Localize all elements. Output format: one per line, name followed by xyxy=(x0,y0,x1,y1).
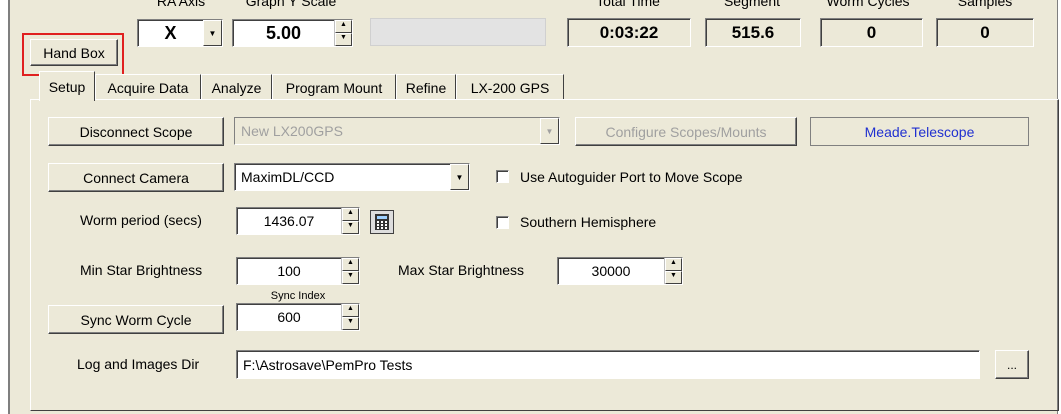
spin-arrows-icon[interactable]: ▲ ▼ xyxy=(334,20,352,46)
chevron-down-icon[interactable]: ▼ xyxy=(450,164,469,190)
worm-cycles-label: Worm Cycles xyxy=(826,0,910,9)
sync-index-stepper[interactable]: 600 ▲ ▼ xyxy=(236,303,360,331)
spin-arrows-icon[interactable]: ▲ ▼ xyxy=(341,304,359,330)
connect-camera-button[interactable]: Connect Camera xyxy=(48,163,224,192)
max-star-stepper[interactable]: 30000 ▲ ▼ xyxy=(557,257,683,285)
samples-label: Samples xyxy=(957,0,1013,9)
tab-setup[interactable]: Setup xyxy=(39,71,95,101)
worm-cycles-readout: 0 xyxy=(820,18,923,47)
max-star-label: Max Star Brightness xyxy=(398,262,525,278)
spin-arrows-icon[interactable]: ▲ ▼ xyxy=(341,258,359,284)
graph-scale-value: 5.00 xyxy=(265,22,302,43)
camera-select-value: MaximDL/CCD xyxy=(241,169,335,185)
sync-index-value: 600 xyxy=(277,309,301,325)
worm-period-label: Worm period (secs) xyxy=(80,212,202,228)
southern-hemisphere-label: Southern Hemisphere xyxy=(520,214,657,230)
min-star-value: 100 xyxy=(277,263,301,279)
chevron-down-icon[interactable]: ▼ xyxy=(540,118,559,144)
scope-select-value: New LX200GPS xyxy=(241,123,343,139)
chevron-down-icon[interactable]: ▼ xyxy=(203,20,222,46)
worm-period-stepper[interactable]: 1436.07 ▲ ▼ xyxy=(236,207,360,235)
graph-scale-stepper[interactable]: 5.00 ▲ ▼ xyxy=(232,19,353,47)
samples-readout: 0 xyxy=(936,18,1034,47)
segment-readout: 515.6 xyxy=(705,18,801,47)
browse-button[interactable]: ... xyxy=(995,350,1029,379)
use-autoguider-label: Use Autoguider Port to Move Scope xyxy=(520,169,743,185)
spin-arrows-icon[interactable]: ▲ ▼ xyxy=(664,258,682,284)
graph-scale-label: Graph Y Scale xyxy=(245,0,337,9)
log-dir-input[interactable]: F:\Astrosave\PemPro Tests xyxy=(236,350,980,379)
disconnect-scope-button[interactable]: Disconnect Scope xyxy=(48,117,224,146)
camera-select[interactable]: MaximDL/CCD ▼ xyxy=(234,163,470,191)
progress-bar xyxy=(370,18,546,46)
tab-program-mount[interactable]: Program Mount xyxy=(272,74,396,100)
tab-analyze[interactable]: Analyze xyxy=(201,74,272,100)
calculator-icon[interactable] xyxy=(370,210,394,234)
segment-label: Segment xyxy=(723,0,781,9)
configure-scopes-button[interactable]: Configure Scopes/Mounts xyxy=(575,117,797,146)
log-dir-label: Log and Images Dir xyxy=(77,356,200,372)
tab-acquire-data[interactable]: Acquire Data xyxy=(95,74,201,100)
tab-refine[interactable]: Refine xyxy=(396,74,456,100)
spin-arrows-icon[interactable]: ▲ ▼ xyxy=(341,208,359,234)
ra-axis-select[interactable]: X ▼ xyxy=(137,19,223,47)
driver-name-field: Meade.Telescope xyxy=(810,117,1029,146)
ra-axis-label: RA Axis xyxy=(156,0,206,9)
ra-axis-value: X xyxy=(164,22,177,43)
total-time-readout: 0:03:22 xyxy=(567,18,691,47)
southern-hemisphere-checkbox[interactable] xyxy=(496,216,509,229)
use-autoguider-checkbox[interactable] xyxy=(496,170,509,183)
min-star-stepper[interactable]: 100 ▲ ▼ xyxy=(236,257,360,285)
min-star-label: Min Star Brightness xyxy=(80,262,203,278)
worm-period-value: 1436.07 xyxy=(263,213,315,229)
tab-lx200-gps[interactable]: LX-200 GPS xyxy=(456,74,564,100)
sync-worm-cycle-button[interactable]: Sync Worm Cycle xyxy=(48,305,224,334)
sync-index-label: Sync Index xyxy=(270,290,326,302)
max-star-value: 30000 xyxy=(591,263,631,279)
scope-select[interactable]: New LX200GPS ▼ xyxy=(234,117,560,145)
hand-box-button[interactable]: Hand Box xyxy=(30,39,118,66)
total-time-label: Total Time xyxy=(596,0,660,9)
